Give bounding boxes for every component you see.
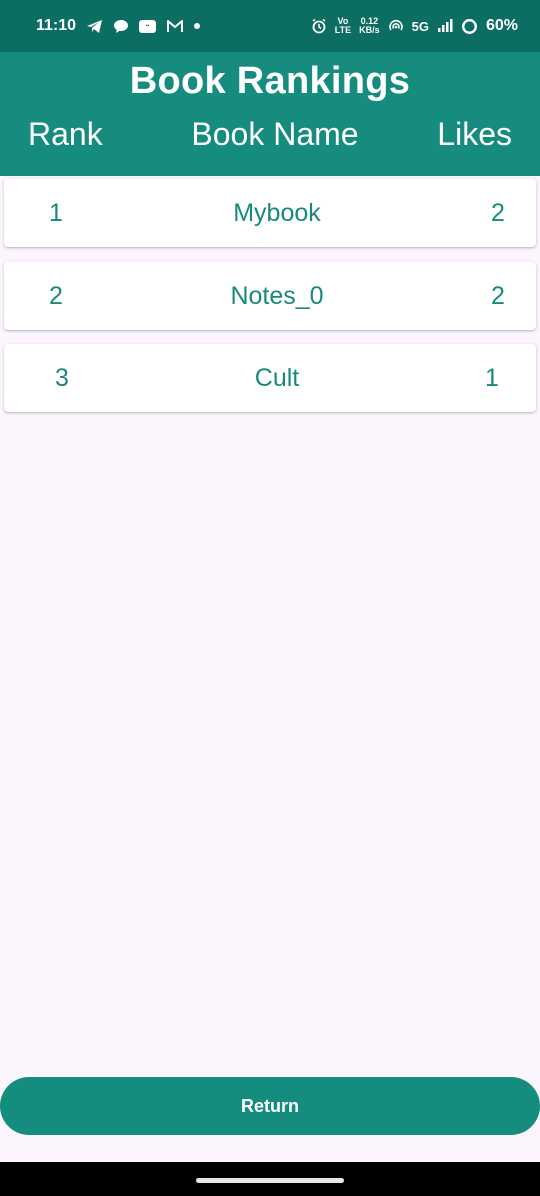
network-speed: 0.12 KB/s: [359, 16, 380, 35]
signal-icon: [437, 19, 453, 33]
navigation-bar: [0, 1162, 540, 1196]
row-book-name: Cult: [254, 364, 300, 392]
home-indicator[interactable]: [196, 1178, 344, 1183]
battery-icon: [461, 18, 478, 35]
status-time: 11:10: [36, 17, 77, 34]
ranking-row[interactable]: 1 Mybook 2: [4, 179, 536, 247]
gmail-icon: [166, 19, 184, 33]
page-title: Book Rankings: [129, 60, 411, 102]
volte-indicator: Vo LTE: [334, 16, 352, 35]
network-type: 5G: [411, 18, 429, 34]
app-icon: ▪▪: [139, 19, 157, 33]
alarm-icon: [311, 18, 327, 34]
hotspot-icon: [388, 19, 404, 33]
app-screen: 11:10 ▪▪ Vo LTE 0.12 KB/s 5G 60% Book Ra…: [0, 0, 540, 1196]
header: Book Rankings Rank Book Name Likes: [0, 52, 540, 176]
ranking-row[interactable]: 2 Notes_0 2: [4, 262, 536, 330]
ranking-row[interactable]: 3 Cult 1: [4, 344, 536, 412]
row-book-name: Mybook: [233, 199, 321, 227]
status-bar: 11:10 ▪▪ Vo LTE 0.12 KB/s 5G 60%: [0, 0, 540, 52]
return-button[interactable]: Return: [0, 1077, 540, 1135]
row-book-name: Notes_0: [230, 282, 324, 310]
notification-dot-icon: [194, 23, 201, 29]
telegram-icon: [86, 19, 103, 34]
row-likes: 2: [491, 282, 505, 310]
battery-percent: 60%: [485, 17, 518, 34]
row-likes: 1: [485, 364, 499, 392]
chat-bubble-icon: [113, 19, 129, 34]
column-header-likes: Likes: [437, 116, 512, 152]
row-likes: 2: [491, 199, 505, 227]
